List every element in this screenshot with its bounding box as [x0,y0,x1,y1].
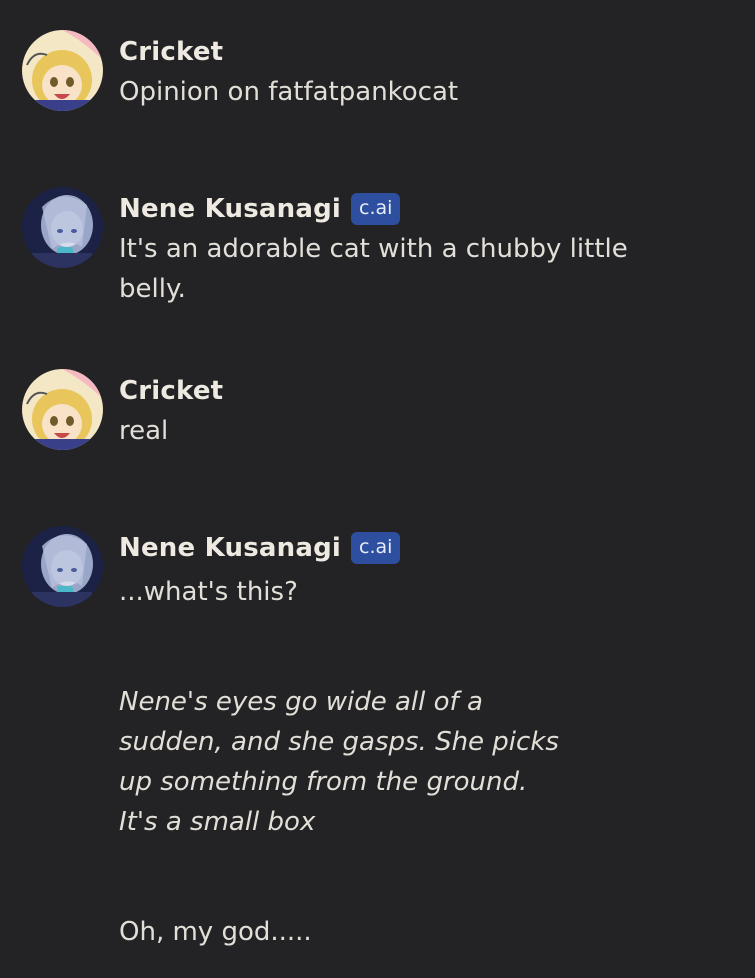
message-text: Opinion on fatfatpankocat [119,77,459,107]
author-row: Nene Kusanagi c.ai [119,193,401,225]
author-name[interactable]: Nene Kusanagi [119,194,341,224]
cai-badge: c.ai [351,193,401,225]
message-text: real [119,416,169,446]
author-row: Cricket [119,375,223,407]
author-name[interactable]: Nene Kusanagi [119,533,341,563]
message-text: It's an adorable cat with a chubby littl… [119,234,628,304]
chat-log: Cricket Opinion on fatfatpankocat Nene K… [0,0,755,978]
action-text: Nene's eyes go wide all of a sudden, and… [119,687,559,837]
author-row: Nene Kusanagi c.ai [119,532,401,564]
cricket-avatar-icon[interactable] [22,30,103,111]
author-name[interactable]: Cricket [119,376,223,406]
nene-avatar-icon[interactable] [22,187,103,268]
nene-avatar-icon[interactable] [22,526,103,607]
author-row: Cricket [119,36,223,68]
cai-badge: c.ai [351,532,401,564]
cricket-avatar-icon[interactable] [22,369,103,450]
followup-text: Oh, my god..... [119,917,312,947]
author-name[interactable]: Cricket [119,37,223,67]
message-text: ...what's this? [119,577,298,607]
